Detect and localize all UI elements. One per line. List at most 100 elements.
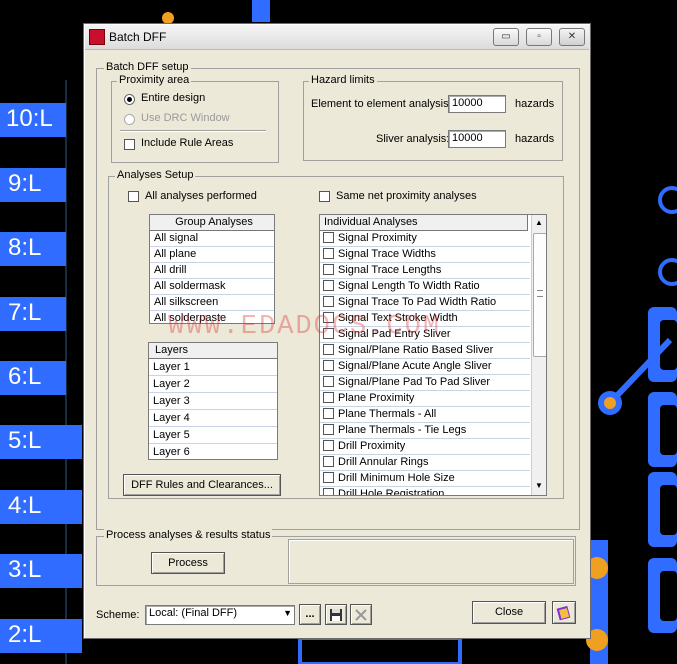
individual-analysis-label: Drill Hole Registration	[338, 488, 445, 496]
list-item[interactable]: All silkscreen	[150, 295, 274, 311]
individual-analysis-checkbox[interactable]	[323, 264, 334, 275]
list-item[interactable]: Layer 4	[149, 410, 277, 427]
element-analysis-input[interactable]: 10000	[448, 95, 506, 113]
individual-analysis-item[interactable]: Signal Trace To Pad Width Ratio	[320, 295, 530, 311]
list-item[interactable]: Layer 2	[149, 376, 277, 393]
scheme-value: Local: (Final DFF)	[149, 607, 238, 619]
delete-scheme-button[interactable]	[350, 604, 372, 625]
individual-analysis-label: Signal Trace To Pad Width Ratio	[338, 296, 497, 308]
individual-analysis-item[interactable]: Drill Proximity	[320, 439, 530, 455]
process-group-label: Process analyses & results status	[104, 529, 273, 541]
individual-analysis-checkbox[interactable]	[323, 488, 334, 495]
list-item[interactable]: Layer 1	[149, 359, 277, 376]
scheme-browse-button[interactable]: ...	[299, 604, 321, 625]
save-scheme-button[interactable]	[325, 604, 347, 625]
scheme-select[interactable]: Local: (Final DFF) ▼	[145, 605, 295, 625]
individual-analysis-item[interactable]: Drill Annular Rings	[320, 455, 530, 471]
individual-analysis-label: Plane Proximity	[338, 392, 415, 404]
sliver-analysis-label: Sliver analysis:	[376, 133, 450, 145]
list-item[interactable]: All drill	[150, 263, 274, 279]
individual-analyses-header: Individual Analyses	[320, 215, 528, 231]
use-drc-window-radio[interactable]	[124, 114, 135, 125]
maximize-button[interactable]: ▫	[526, 28, 552, 46]
proximity-group-label: Proximity area	[117, 74, 192, 86]
hazard-group-label: Hazard limits	[309, 74, 377, 86]
sliver-analysis-unit: hazards	[515, 133, 555, 145]
individual-analysis-item[interactable]: Signal Trace Lengths	[320, 263, 530, 279]
individual-analysis-label: Signal Trace Widths	[338, 248, 436, 260]
scheme-label: Scheme:	[96, 609, 140, 621]
title-bar[interactable]: Batch DFF ▭ ▫ ✕	[85, 25, 589, 50]
list-item[interactable]: Layer 6	[149, 444, 277, 459]
list-item[interactable]: Layer 3	[149, 393, 277, 410]
individual-analysis-item[interactable]: Plane Proximity	[320, 391, 530, 407]
individual-analysis-checkbox[interactable]	[323, 280, 334, 291]
individual-analysis-label: Signal Trace Lengths	[338, 264, 442, 276]
individual-analyses-list[interactable]: Individual Analyses Signal Proximity Sign…	[319, 214, 547, 496]
individual-analysis-checkbox[interactable]	[323, 376, 334, 387]
individual-analysis-checkbox[interactable]	[323, 360, 334, 371]
analyses-group-label: Analyses Setup	[115, 169, 196, 181]
individual-analysis-label: Drill Minimum Hole Size	[338, 472, 455, 484]
individual-analysis-label: Signal/Plane Acute Angle Sliver	[338, 360, 492, 372]
individual-analysis-checkbox[interactable]	[323, 344, 334, 355]
individual-analysis-item[interactable]: Signal/Plane Ratio Based Sliver	[320, 343, 530, 359]
close-button[interactable]: Close	[472, 601, 546, 624]
individual-analysis-checkbox[interactable]	[323, 408, 334, 419]
pin-label-7: 7:L	[8, 299, 42, 326]
individual-analysis-checkbox[interactable]	[323, 440, 334, 451]
scroll-thumb[interactable]	[533, 233, 546, 357]
pin-label-3: 3:L	[8, 556, 42, 583]
individual-analysis-item[interactable]: Drill Hole Registration	[320, 487, 530, 496]
same-net-checkbox[interactable]	[319, 191, 330, 202]
window-title: Batch DFF	[109, 30, 167, 44]
group-analyses-list[interactable]: Group Analyses All signal All plane All …	[149, 214, 275, 324]
element-analysis-label: Element to element analysis:	[311, 98, 452, 110]
setup-group-label: Batch DFF setup	[104, 61, 191, 73]
pin-label-2: 2:L	[8, 621, 42, 648]
pin-label-5: 5:L	[8, 427, 42, 454]
pin-label-8: 8:L	[8, 234, 42, 261]
individual-analysis-item[interactable]: Signal Proximity	[320, 231, 530, 247]
individual-analysis-item[interactable]: Signal Length To Width Ratio	[320, 279, 530, 295]
group-analyses-header: Group Analyses	[150, 215, 274, 231]
results-status	[288, 539, 574, 584]
proximity-divider	[120, 130, 266, 132]
individual-analysis-item[interactable]: Plane Thermals - All	[320, 407, 530, 423]
individual-analysis-item[interactable]: Signal/Plane Acute Angle Sliver	[320, 359, 530, 375]
process-button[interactable]: Process	[151, 552, 225, 574]
individual-analysis-checkbox[interactable]	[323, 456, 334, 467]
entire-design-label: Entire design	[141, 92, 206, 104]
include-rule-areas-checkbox[interactable]	[124, 139, 135, 150]
individual-analysis-checkbox[interactable]	[323, 424, 334, 435]
scroll-down-icon[interactable]: ▼	[535, 481, 543, 490]
layers-list[interactable]: Layers Layer 1 Layer 2 Layer 3 Layer 4 L…	[148, 342, 278, 460]
individual-analysis-checkbox[interactable]	[323, 296, 334, 307]
chevron-down-icon[interactable]: ▼	[283, 608, 292, 618]
individual-scrollbar[interactable]: ▲ ▼	[531, 215, 546, 495]
individual-analysis-checkbox[interactable]	[323, 248, 334, 259]
sliver-analysis-input[interactable]: 10000	[448, 130, 506, 148]
all-analyses-label: All analyses performed	[145, 190, 257, 202]
individual-analysis-item[interactable]: Signal/Plane Pad To Pad Sliver	[320, 375, 530, 391]
list-item[interactable]: All soldermask	[150, 279, 274, 295]
individual-analysis-checkbox[interactable]	[323, 232, 334, 243]
list-item[interactable]: Layer 5	[149, 427, 277, 444]
entire-design-radio[interactable]	[124, 94, 135, 105]
individual-analysis-label: Drill Proximity	[338, 440, 406, 452]
list-item[interactable]: All signal	[150, 231, 274, 247]
individual-analysis-item[interactable]: Drill Minimum Hole Size	[320, 471, 530, 487]
scroll-up-icon[interactable]: ▲	[535, 218, 543, 227]
list-item[interactable]: All plane	[150, 247, 274, 263]
individual-analysis-item[interactable]: Plane Thermals - Tie Legs	[320, 423, 530, 439]
individual-analysis-checkbox[interactable]	[323, 472, 334, 483]
individual-analysis-item[interactable]: Signal Trace Widths	[320, 247, 530, 263]
close-window-button[interactable]: ✕	[559, 28, 585, 46]
watermark: WWW.EDADOCS.COM	[168, 312, 442, 342]
help-button[interactable]	[552, 601, 576, 624]
all-analyses-checkbox[interactable]	[128, 191, 139, 202]
individual-analysis-label: Signal/Plane Ratio Based Sliver	[338, 344, 494, 356]
dff-rules-button[interactable]: DFF Rules and Clearances...	[123, 474, 281, 496]
individual-analysis-checkbox[interactable]	[323, 392, 334, 403]
minimize-button[interactable]: ▭	[493, 28, 519, 46]
